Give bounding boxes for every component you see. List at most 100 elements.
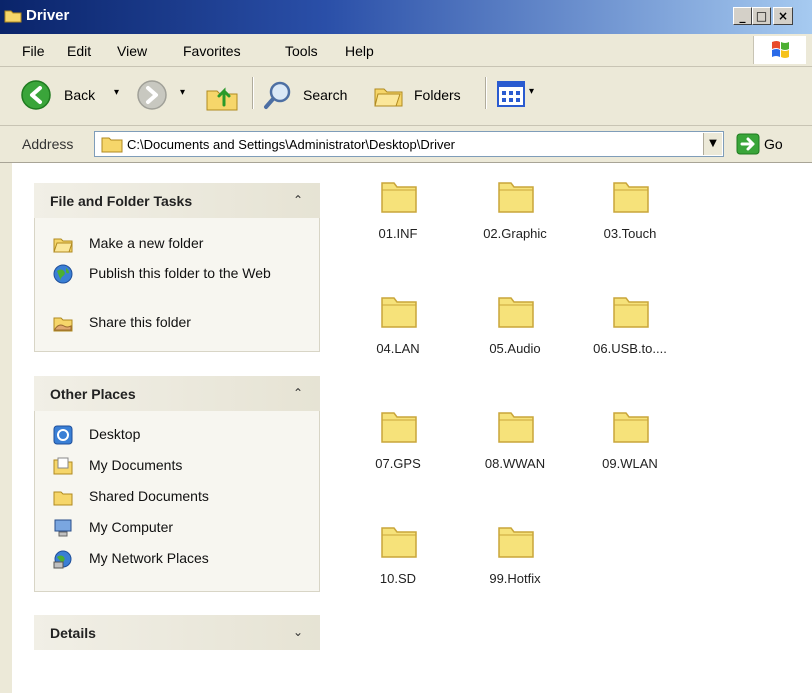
folder-item[interactable]: 05.Audio: [460, 292, 570, 372]
views-dropdown-icon[interactable]: ▾: [529, 86, 534, 97]
folder-icon: [613, 182, 649, 213]
task-label: Share this folder: [89, 314, 191, 330]
folder-name: 03.Touch: [603, 226, 657, 241]
folder-icon: [498, 527, 534, 558]
folder-name: 04.LAN: [376, 341, 420, 356]
place-label: Desktop: [89, 426, 141, 442]
details-title: Details: [50, 625, 96, 641]
maximize-button[interactable]: □: [752, 7, 771, 25]
task-label: Make a new folder: [89, 235, 204, 251]
menu-edit[interactable]: Edit: [67, 43, 91, 59]
folder-name: 99.Hotfix: [489, 571, 541, 586]
folder-item[interactable]: 06.USB.to....: [575, 292, 685, 372]
folders-icon: [374, 88, 403, 107]
address-bar: Address C:\Documents and Settings\Admini…: [0, 126, 812, 163]
file-folder-tasks-title: File and Folder Tasks: [50, 193, 193, 209]
folder-icon: [381, 182, 417, 213]
desktop-icon: [53, 425, 73, 445]
up-folder-button[interactable]: [204, 79, 240, 113]
menu-favorites[interactable]: Favorites: [183, 43, 241, 59]
address-path: C:\Documents and Settings\Administrator\…: [127, 137, 456, 152]
network-places-icon: [53, 550, 72, 569]
folder-icon: [101, 137, 123, 153]
forward-dropdown-icon[interactable]: ▾: [180, 87, 185, 98]
folder-name: 08.WWAN: [484, 456, 546, 471]
folder-icon: [381, 412, 417, 443]
views-icon: [497, 81, 525, 107]
other-places-body: Desktop My Documents Shared Documents My…: [34, 411, 320, 592]
folder-icon: [498, 412, 534, 443]
back-button[interactable]: Back ▾: [20, 79, 130, 111]
expand-icon[interactable]: ⌄: [290, 624, 306, 640]
place-label: My Documents: [89, 457, 183, 473]
folder-item[interactable]: 02.Graphic: [460, 177, 570, 257]
forward-arrow-icon: [137, 80, 167, 110]
views-button[interactable]: ▾: [497, 81, 547, 109]
toolbar-separator: [252, 77, 254, 109]
folder-name: 10.SD: [379, 571, 417, 586]
folder-icon: [498, 182, 534, 213]
title-bar[interactable]: Driver _ □ ×: [0, 0, 812, 34]
folder-name: 09.WLAN: [602, 456, 658, 471]
forward-button[interactable]: ▾: [136, 79, 196, 111]
menu-bar: File Edit View Favorites Tools Help: [0, 34, 812, 67]
folder-name: 05.Audio: [489, 341, 541, 356]
details-header[interactable]: Details ⌄: [34, 615, 320, 650]
back-label: Back: [64, 87, 96, 103]
standard-toolbar: Back ▾ ▾ Search Folders ▾: [0, 67, 812, 126]
toolbar-separator: [485, 77, 487, 109]
folder-item[interactable]: 09.WLAN: [575, 407, 685, 487]
windows-logo: [753, 36, 806, 64]
folders-label: Folders: [414, 87, 461, 103]
my-documents-icon: [53, 457, 73, 475]
other-places-title: Other Places: [50, 386, 136, 402]
folder-icon: [4, 10, 22, 23]
folder-name: 07.GPS: [375, 456, 421, 471]
folder-icon: [381, 527, 417, 558]
share-folder-icon: [53, 317, 73, 332]
collapse-icon[interactable]: ⌃: [290, 192, 306, 208]
folder-item[interactable]: 99.Hotfix: [460, 522, 570, 602]
menu-view[interactable]: View: [117, 43, 147, 59]
go-button[interactable]: Go: [734, 132, 804, 156]
search-button[interactable]: Search: [262, 79, 362, 111]
folder-icon: [613, 297, 649, 328]
menu-file[interactable]: File: [22, 43, 45, 59]
folder-name: 01.INF: [378, 226, 418, 241]
place-label: Shared Documents: [89, 488, 209, 504]
back-arrow-icon: [21, 80, 51, 110]
folder-name: 02.Graphic: [483, 226, 547, 241]
file-folder-tasks-header[interactable]: File and Folder Tasks ⌃: [34, 183, 320, 218]
folder-item[interactable]: 07.GPS: [343, 407, 453, 487]
folders-button[interactable]: Folders: [372, 79, 476, 111]
folder-icon: [381, 297, 417, 328]
task-label: Publish this folder to the Web: [89, 265, 271, 281]
folder-name: 06.USB.to....: [593, 341, 667, 356]
folder-item[interactable]: 01.INF: [343, 177, 453, 257]
collapse-icon[interactable]: ⌃: [290, 385, 306, 401]
minimize-button[interactable]: _: [733, 7, 752, 25]
folder-item[interactable]: 08.WWAN: [460, 407, 570, 487]
address-dropdown-icon[interactable]: ▼: [703, 133, 722, 155]
my-computer-icon: [54, 519, 72, 537]
globe-icon: [53, 264, 73, 284]
address-input[interactable]: C:\Documents and Settings\Administrator\…: [94, 131, 724, 157]
explorer-window: Driver _ □ × File Edit View Favorites To…: [0, 0, 812, 693]
windows-flag-icon: [772, 41, 789, 58]
folder-item[interactable]: 10.SD: [343, 522, 453, 602]
other-places-header[interactable]: Other Places ⌃: [34, 376, 320, 411]
go-arrow-icon: [736, 133, 760, 155]
folder-icon: [613, 412, 649, 443]
folder-item[interactable]: 04.LAN: [343, 292, 453, 372]
place-label: My Computer: [89, 519, 174, 535]
shared-documents-icon: [53, 491, 73, 506]
menu-help[interactable]: Help: [345, 43, 374, 59]
search-icon: [264, 81, 291, 109]
up-folder-icon: [206, 87, 238, 111]
content-area: File and Folder Tasks ⌃ Make a new folde…: [12, 163, 812, 693]
back-dropdown-icon[interactable]: ▾: [114, 87, 119, 98]
close-button[interactable]: ×: [773, 7, 793, 25]
go-label: Go: [764, 136, 783, 152]
folder-item[interactable]: 03.Touch: [575, 177, 685, 257]
menu-tools[interactable]: Tools: [285, 43, 318, 59]
